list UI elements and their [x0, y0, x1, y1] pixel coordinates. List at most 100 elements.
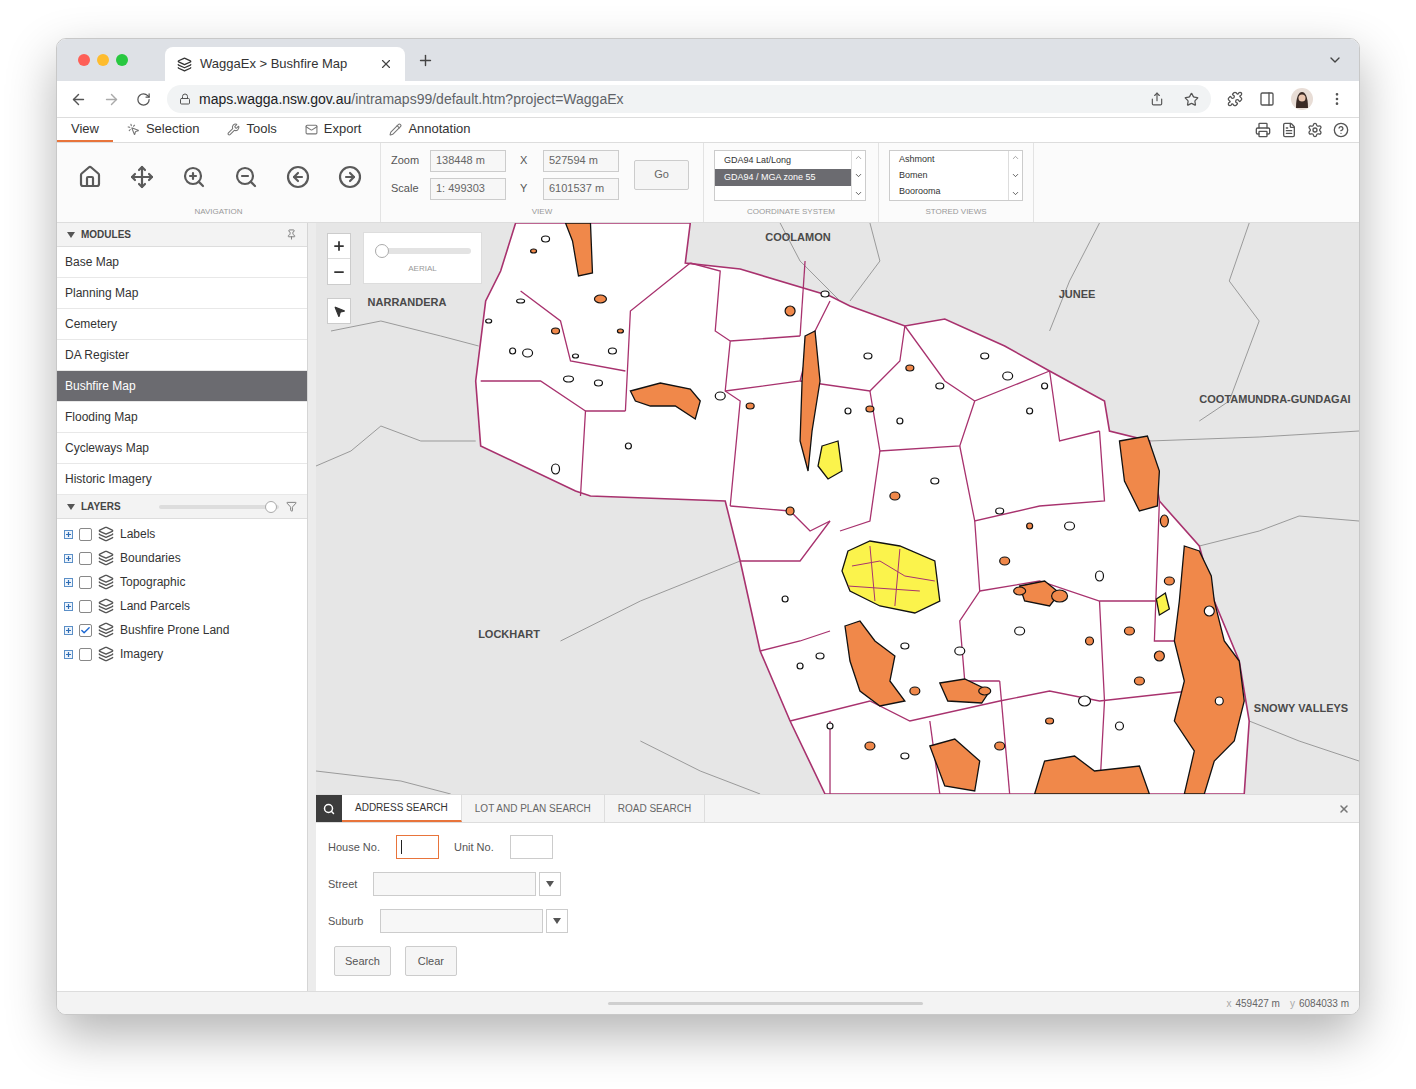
expand-icon[interactable]: [64, 530, 73, 539]
layer-label: Land Parcels: [120, 597, 190, 615]
layer-checkbox[interactable]: [79, 624, 92, 637]
slider-thumb[interactable]: [265, 501, 277, 513]
scroll-end-icon[interactable]: [1011, 189, 1020, 198]
go-button[interactable]: Go: [634, 160, 689, 190]
form-button[interactable]: Search: [334, 946, 391, 976]
forward-arrow-icon[interactable]: [103, 91, 120, 108]
text-input[interactable]: [510, 835, 553, 859]
combo-button[interactable]: [546, 909, 568, 933]
new-tab-icon[interactable]: [417, 52, 434, 69]
module-item[interactable]: Historic Imagery: [57, 464, 307, 495]
module-item[interactable]: Base Map: [57, 247, 307, 278]
form-button[interactable]: Clear: [405, 946, 457, 976]
layer-checkbox[interactable]: [79, 576, 92, 589]
search-tab[interactable]: ADDRESS SEARCH: [342, 795, 462, 822]
home-icon[interactable]: [78, 165, 102, 189]
close-panel-icon[interactable]: [1338, 803, 1350, 815]
scroll-up-icon[interactable]: [1011, 153, 1020, 162]
horizontal-scrollbar[interactable]: [608, 1002, 923, 1005]
search-tab[interactable]: ROAD SEARCH: [605, 795, 705, 822]
module-item[interactable]: Cemetery: [57, 309, 307, 340]
reload-icon[interactable]: [136, 92, 151, 107]
expand-icon[interactable]: [64, 602, 73, 611]
module-item[interactable]: Planning Map: [57, 278, 307, 309]
search-tab[interactable]: LOT AND PLAN SEARCH: [462, 795, 605, 822]
slider-thumb[interactable]: [375, 244, 389, 258]
layer-checkbox[interactable]: [79, 600, 92, 613]
profile-avatar-icon[interactable]: [1291, 88, 1313, 110]
address-bar[interactable]: maps.wagga.nsw.gov.au/intramaps99/defaul…: [167, 85, 1211, 113]
view-field[interactable]: 138448 m: [430, 150, 506, 172]
combo-input[interactable]: [373, 872, 536, 896]
zoom-out-button[interactable]: [328, 259, 350, 284]
settings-icon[interactable]: [1307, 122, 1323, 138]
print-icon[interactable]: [1255, 122, 1271, 138]
forward-icon[interactable]: [338, 165, 362, 189]
coordinate-list[interactable]: GDA94 Lat/LongGDA94 / MGA zone 55: [714, 150, 866, 201]
menu-tab[interactable]: Selection: [113, 118, 213, 142]
browser-menu-icon[interactable]: [1329, 91, 1345, 107]
bookmark-star-icon[interactable]: [1184, 92, 1199, 107]
zoom-dot[interactable]: [116, 54, 128, 66]
zoom-out-icon[interactable]: [234, 165, 258, 189]
expand-icon[interactable]: [64, 626, 73, 635]
opacity-slider[interactable]: [159, 501, 279, 513]
module-item[interactable]: Flooding Map: [57, 402, 307, 433]
stored-views-list[interactable]: AshmontBomenBoorooma: [889, 150, 1023, 201]
module-item[interactable]: Cycleways Map: [57, 433, 307, 464]
stored-view[interactable]: Ashmont: [890, 152, 1008, 168]
field-label: Scale: [391, 180, 430, 197]
splitter[interactable]: [308, 223, 316, 991]
list-scrollbar[interactable]: [851, 151, 865, 200]
layer-checkbox[interactable]: [79, 552, 92, 565]
filter-icon[interactable]: [286, 501, 297, 512]
minimize-dot[interactable]: [97, 54, 109, 66]
tab-list-icon[interactable]: [1327, 52, 1343, 68]
zoom-in-button[interactable]: [328, 234, 350, 259]
scroll-up-icon[interactable]: [854, 153, 863, 162]
document-icon[interactable]: [1281, 122, 1297, 138]
close-tab-icon[interactable]: [379, 57, 393, 71]
menu-tab[interactable]: Export: [291, 118, 376, 142]
module-item[interactable]: DA Register: [57, 340, 307, 371]
select-tool-button[interactable]: [327, 298, 351, 324]
share-icon[interactable]: [1150, 92, 1164, 106]
view-field[interactable]: 527594 m: [543, 150, 619, 172]
combo-button[interactable]: [539, 872, 561, 896]
menu-tab[interactable]: Annotation: [375, 118, 484, 142]
menu-tab[interactable]: Tools: [213, 118, 290, 142]
stored-view[interactable]: Boorooma: [890, 184, 1008, 200]
scroll-down-icon[interactable]: [854, 171, 863, 180]
expand-icon[interactable]: [64, 650, 73, 659]
combo-input[interactable]: [380, 909, 543, 933]
help-icon[interactable]: [1333, 122, 1349, 138]
extensions-icon[interactable]: [1227, 91, 1243, 107]
zoom-in-icon[interactable]: [182, 165, 206, 189]
menu-tab[interactable]: View: [57, 118, 113, 142]
close-dot[interactable]: [78, 54, 90, 66]
pan-icon[interactable]: [130, 165, 154, 189]
scroll-end-icon[interactable]: [854, 189, 863, 198]
coordinate-option[interactable]: GDA94 / MGA zone 55: [715, 169, 851, 186]
browser-tab[interactable]: WaggaEx > Bushfire Map: [165, 47, 405, 81]
expand-icon[interactable]: [64, 554, 73, 563]
scroll-down-icon[interactable]: [1011, 171, 1020, 180]
pin-icon[interactable]: [286, 229, 297, 240]
aerial-slider[interactable]: [375, 245, 471, 257]
side-panel-icon[interactable]: [1259, 91, 1275, 107]
layer-checkbox[interactable]: [79, 648, 92, 661]
modules-header[interactable]: MODULES: [57, 223, 307, 247]
expand-icon[interactable]: [64, 578, 73, 587]
view-field[interactable]: 6101537 m: [543, 178, 619, 200]
text-input[interactable]: [396, 835, 439, 859]
panel-title: MODULES: [81, 227, 131, 242]
module-item[interactable]: Bushfire Map: [57, 371, 307, 402]
view-field[interactable]: 1: 499303: [430, 178, 506, 200]
coordinate-option[interactable]: GDA94 Lat/Long: [715, 152, 851, 169]
layer-checkbox[interactable]: [79, 528, 92, 541]
list-scrollbar[interactable]: [1008, 151, 1022, 200]
map[interactable]: COOLAMONNARRANDERAJUNEECOOTAMUNDRA-GUNDA…: [316, 223, 1359, 794]
stored-view[interactable]: Bomen: [890, 168, 1008, 184]
back-icon[interactable]: [286, 165, 310, 189]
back-arrow-icon[interactable]: [70, 91, 87, 108]
